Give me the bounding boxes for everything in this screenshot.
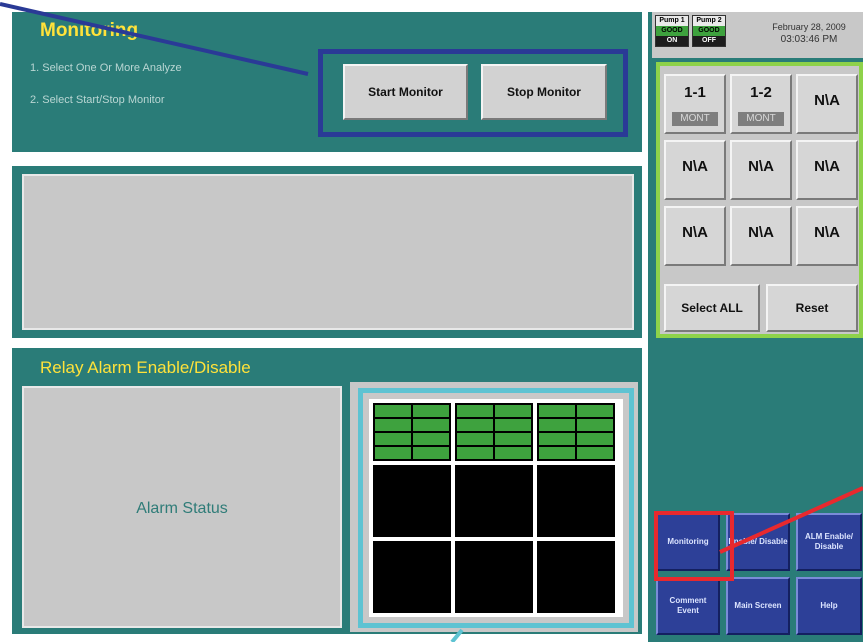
relay-green-block[interactable] — [455, 403, 533, 461]
relay-cell[interactable] — [455, 541, 533, 613]
analyzer-label: N\A — [682, 224, 708, 241]
analyzer-label: N\A — [748, 158, 774, 175]
analyzer-selection-panel: 1-1 MONT 1-2 MONT N\A N\A N\A N\A N\A N\… — [656, 62, 863, 338]
relay-cell[interactable] — [455, 465, 533, 537]
start-monitor-button[interactable]: Start Monitor — [343, 64, 468, 120]
analyzer-label: 1-2 — [750, 84, 772, 101]
help-nav-button[interactable]: Help — [796, 577, 862, 635]
analyzer-button-3[interactable]: N\A — [796, 74, 858, 134]
pump-state: OFF — [693, 36, 725, 46]
relay-indicator-cell[interactable] — [374, 446, 412, 460]
relay-indicator-cell[interactable] — [412, 404, 450, 418]
pump-1-indicator: Pump 1 GOOD ON — [655, 15, 689, 47]
relay-green-block[interactable] — [537, 403, 615, 461]
pump-name: Pump 1 — [656, 16, 688, 26]
monitoring-title: Monitoring — [40, 20, 139, 41]
relay-indicator-cell[interactable] — [412, 446, 450, 460]
relay-indicator-cell[interactable] — [576, 446, 614, 460]
analyzer-button-2[interactable]: 1-2 MONT — [730, 74, 792, 134]
monitoring-nav-highlight — [654, 511, 734, 581]
instruction-step-1: 1. Select One Or More Analyze — [30, 62, 182, 74]
relay-indicator-cell[interactable] — [494, 432, 532, 446]
analyzer-label: 1-1 — [684, 84, 706, 101]
relay-indicator-cell[interactable] — [494, 446, 532, 460]
relay-indicator-cell[interactable] — [412, 418, 450, 432]
relay-grid — [369, 399, 623, 617]
analyzer-label: N\A — [814, 92, 840, 109]
relay-indicator-cell[interactable] — [456, 418, 494, 432]
relay-indicator-cell[interactable] — [576, 432, 614, 446]
pump-2-indicator: Pump 2 GOOD OFF — [692, 15, 726, 47]
relay-indicator-cell[interactable] — [374, 432, 412, 446]
enable-disable-nav-button[interactable]: Enable/ Disable — [726, 513, 790, 571]
relay-indicator-cell[interactable] — [374, 418, 412, 432]
analyzer-button-6[interactable]: N\A — [796, 140, 858, 200]
relay-indicator-cell[interactable] — [494, 404, 532, 418]
relay-indicator-cell[interactable] — [538, 404, 576, 418]
analyzer-label: N\A — [814, 224, 840, 241]
analyzer-status: MONT — [738, 112, 784, 126]
relay-cell[interactable] — [373, 541, 451, 613]
alarm-status-box: Alarm Status — [22, 386, 342, 628]
analyzer-status: MONT — [672, 112, 718, 126]
relay-indicator-cell[interactable] — [456, 404, 494, 418]
relay-indicator-cell[interactable] — [538, 418, 576, 432]
analyzer-button-4[interactable]: N\A — [664, 140, 726, 200]
relay-indicator-cell[interactable] — [456, 446, 494, 460]
analyzer-label: N\A — [748, 224, 774, 241]
stop-monitor-button[interactable]: Stop Monitor — [481, 64, 607, 120]
pump-state: ON — [656, 36, 688, 46]
pump-health: GOOD — [693, 26, 725, 36]
relay-cell[interactable] — [373, 465, 451, 537]
date-display: February 28, 2009 — [772, 22, 846, 32]
relay-indicator-cell[interactable] — [538, 446, 576, 460]
relay-indicator-cell[interactable] — [412, 432, 450, 446]
pump-name: Pump 2 — [693, 16, 725, 26]
relay-indicator-cell[interactable] — [456, 432, 494, 446]
comment-event-nav-button[interactable]: Comment Event — [656, 577, 720, 635]
analyzer-button-8[interactable]: N\A — [730, 206, 792, 266]
relay-indicator-cell[interactable] — [494, 418, 532, 432]
alm-enable-disable-nav-button[interactable]: ALM Enable/ Disable — [796, 513, 862, 571]
display-area — [22, 174, 634, 330]
relay-alarm-title: Relay Alarm Enable/Disable — [40, 358, 251, 377]
reset-button[interactable]: Reset — [766, 284, 858, 332]
instruction-step-2: 2. Select Start/Stop Monitor — [30, 94, 165, 106]
relay-green-block[interactable] — [373, 403, 451, 461]
monitoring-panel: Monitoring 1. Select One Or More Analyze… — [12, 12, 642, 152]
relay-indicator-cell[interactable] — [538, 432, 576, 446]
main-screen-nav-button[interactable]: Main Screen — [726, 577, 790, 635]
time-display: 03:03:46 PM — [780, 34, 838, 45]
analyzer-button-7[interactable]: N\A — [664, 206, 726, 266]
select-all-button[interactable]: Select ALL — [664, 284, 760, 332]
display-panel — [12, 166, 642, 338]
relay-grid-container — [350, 382, 638, 632]
analyzer-button-9[interactable]: N\A — [796, 206, 858, 266]
status-bar: Pump 1 GOOD ON Pump 2 GOOD OFF February … — [652, 12, 863, 58]
analyzer-label: N\A — [682, 158, 708, 175]
alarm-status-label: Alarm Status — [136, 500, 228, 517]
relay-indicator-cell[interactable] — [576, 418, 614, 432]
analyzer-label: N\A — [814, 158, 840, 175]
relay-cell[interactable] — [537, 465, 615, 537]
pump-health: GOOD — [656, 26, 688, 36]
analyzer-button-1[interactable]: 1-1 MONT — [664, 74, 726, 134]
analyzer-button-5[interactable]: N\A — [730, 140, 792, 200]
relay-alarm-panel: Relay Alarm Enable/Disable Alarm Status — [12, 348, 642, 634]
relay-cell[interactable] — [537, 541, 615, 613]
monitor-buttons-highlight: Start Monitor Stop Monitor — [318, 49, 628, 137]
relay-grid-highlight — [358, 388, 634, 628]
relay-indicator-cell[interactable] — [374, 404, 412, 418]
relay-indicator-cell[interactable] — [576, 404, 614, 418]
